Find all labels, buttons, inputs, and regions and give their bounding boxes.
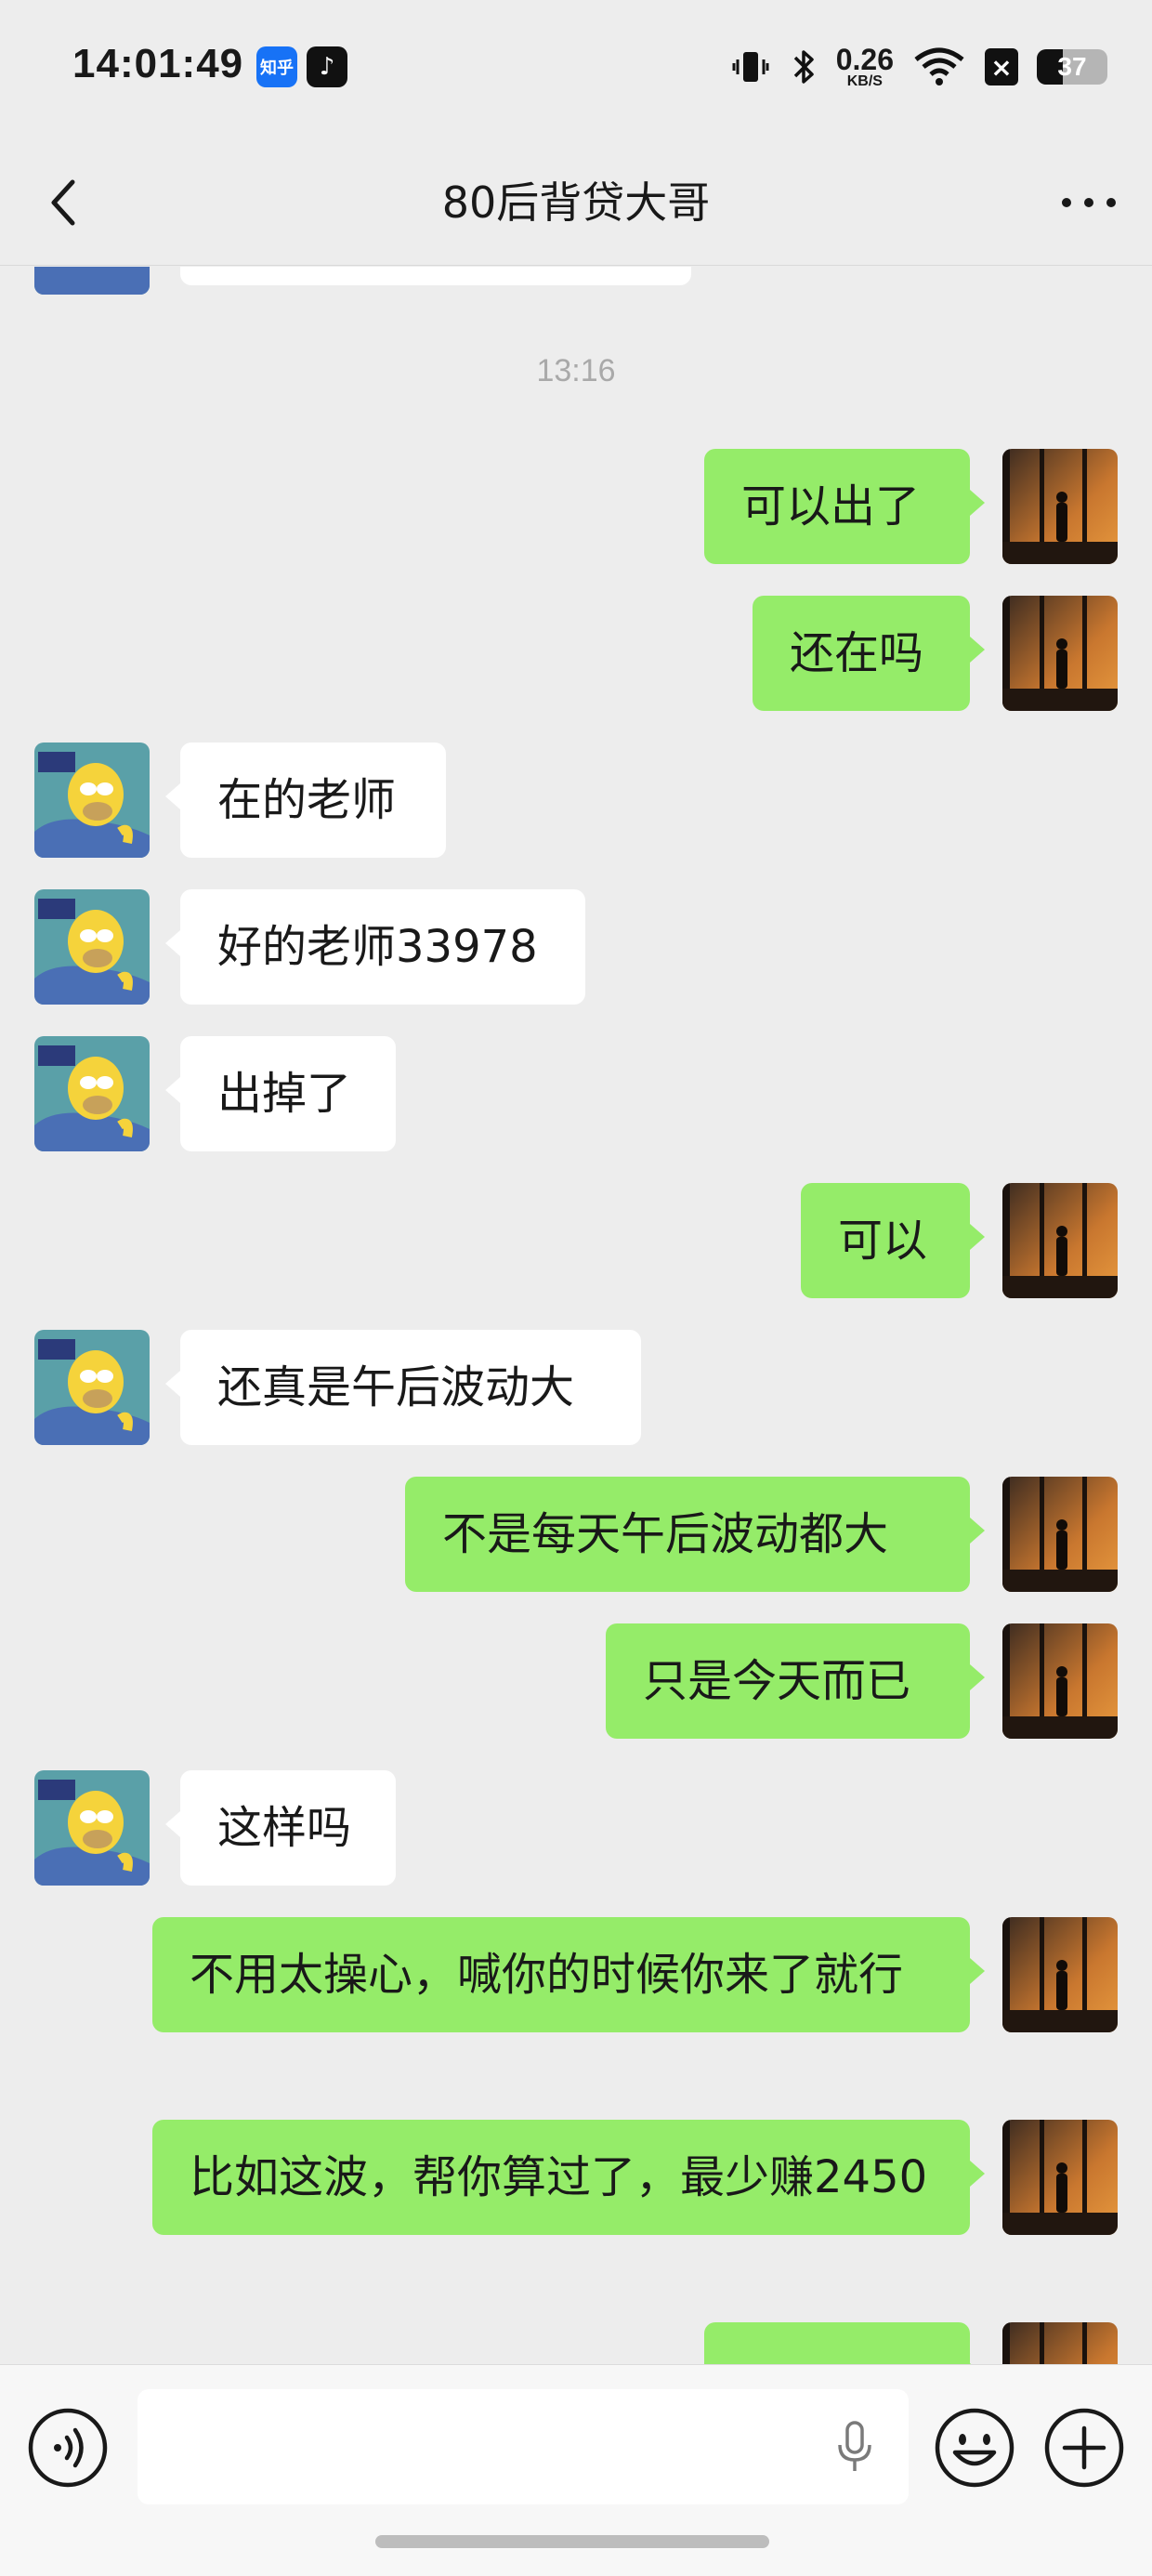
chat-screen: 14:01:49 知乎 ♪ 0.26 KB/S × 37 80后背贷大哥 13:… (0, 0, 1152, 2576)
status-icons: 0.26 KB/S × 37 (730, 41, 1107, 93)
more-functions-button[interactable] (1042, 2406, 1126, 2490)
my-avatar[interactable] (1002, 1477, 1118, 1592)
message-bubble-outgoing[interactable]: 只是今天而已 (606, 1623, 985, 1739)
plus-circle-icon (1044, 2408, 1124, 2488)
my-avatar[interactable] (1002, 1183, 1118, 1298)
bluetooth-icon (790, 46, 818, 87)
previous-message (0, 267, 1152, 295)
contact-avatar[interactable] (34, 267, 150, 295)
my-avatar[interactable] (1002, 1623, 1118, 1739)
my-avatar[interactable] (1002, 2120, 1118, 2235)
tiktok-app-icon: ♪ (307, 46, 347, 87)
message-bubble-outgoing[interactable] (704, 2322, 985, 2364)
more-button[interactable] (1054, 167, 1124, 238)
microphone-icon (838, 2421, 871, 2471)
nav-bar: 80后背贷大哥 (0, 139, 1152, 266)
message-bubble-outgoing[interactable]: 比如这波，帮你算过了，最少赚2450 (152, 2120, 985, 2235)
message-input[interactable] (137, 2389, 909, 2504)
microphone-button[interactable] (827, 2419, 883, 2475)
network-speed: 0.26 KB/S (836, 45, 894, 89)
emoji-button[interactable] (933, 2406, 1016, 2490)
net-speed-unit: KB/S (846, 73, 883, 89)
voice-icon (28, 2408, 108, 2488)
message-bubble-incoming[interactable]: 出掉了 (165, 1036, 396, 1151)
vibrate-icon (730, 46, 771, 87)
message-bubble-outgoing[interactable]: 可以出了 (704, 449, 985, 564)
my-avatar[interactable] (1002, 1917, 1118, 2032)
message-bubble-outgoing[interactable]: 不是每天午后波动都大 (405, 1477, 985, 1592)
battery-level: 37 (1057, 52, 1087, 81)
status-bar: 14:01:49 知乎 ♪ 0.26 KB/S × 37 (0, 0, 1152, 139)
contact-avatar[interactable] (34, 1330, 150, 1445)
message-bubble-outgoing[interactable]: 可以 (801, 1183, 985, 1298)
net-speed-value: 0.26 (835, 43, 894, 76)
message-list[interactable]: 13:16 可以出了还在吗在的老师好的老师33978 出掉了可以还真是午后波动大不… (0, 267, 1152, 2364)
zhihu-app-icon: 知乎 (256, 46, 297, 87)
contact-avatar[interactable] (34, 743, 150, 858)
contact-avatar[interactable] (34, 889, 150, 1005)
my-avatar[interactable] (1002, 449, 1118, 564)
no-sim-icon: × (985, 48, 1018, 85)
message-bubble-incoming[interactable]: 还真是午后波动大 (165, 1330, 641, 1445)
more-dots-icon (1062, 198, 1116, 207)
my-avatar[interactable] (1002, 596, 1118, 711)
status-time: 14:01:49 (72, 41, 244, 86)
home-indicator[interactable] (375, 2535, 769, 2548)
message-bubble-incoming[interactable] (180, 267, 691, 285)
battery-icon: 37 (1037, 49, 1107, 85)
contact-avatar[interactable] (34, 1036, 150, 1151)
wifi-icon (912, 46, 966, 87)
message-bubble-outgoing[interactable]: 不用太操心，喊你的时候你来了就行 (152, 1917, 985, 2032)
message-bubble-incoming[interactable]: 这样吗 (165, 1770, 396, 1886)
message-timestamp: 13:16 (536, 353, 616, 388)
contact-avatar[interactable] (34, 1770, 150, 1886)
message-bubble-incoming[interactable]: 在的老师 (165, 743, 446, 858)
chat-title: 80后背贷大哥 (441, 177, 711, 228)
message-bubble-outgoing[interactable]: 还在吗 (753, 596, 985, 711)
emoji-icon (935, 2408, 1015, 2488)
my-avatar[interactable] (1002, 2322, 1118, 2364)
voice-button[interactable] (26, 2406, 110, 2490)
message-bubble-incoming[interactable]: 好的老师33978 (165, 889, 585, 1005)
